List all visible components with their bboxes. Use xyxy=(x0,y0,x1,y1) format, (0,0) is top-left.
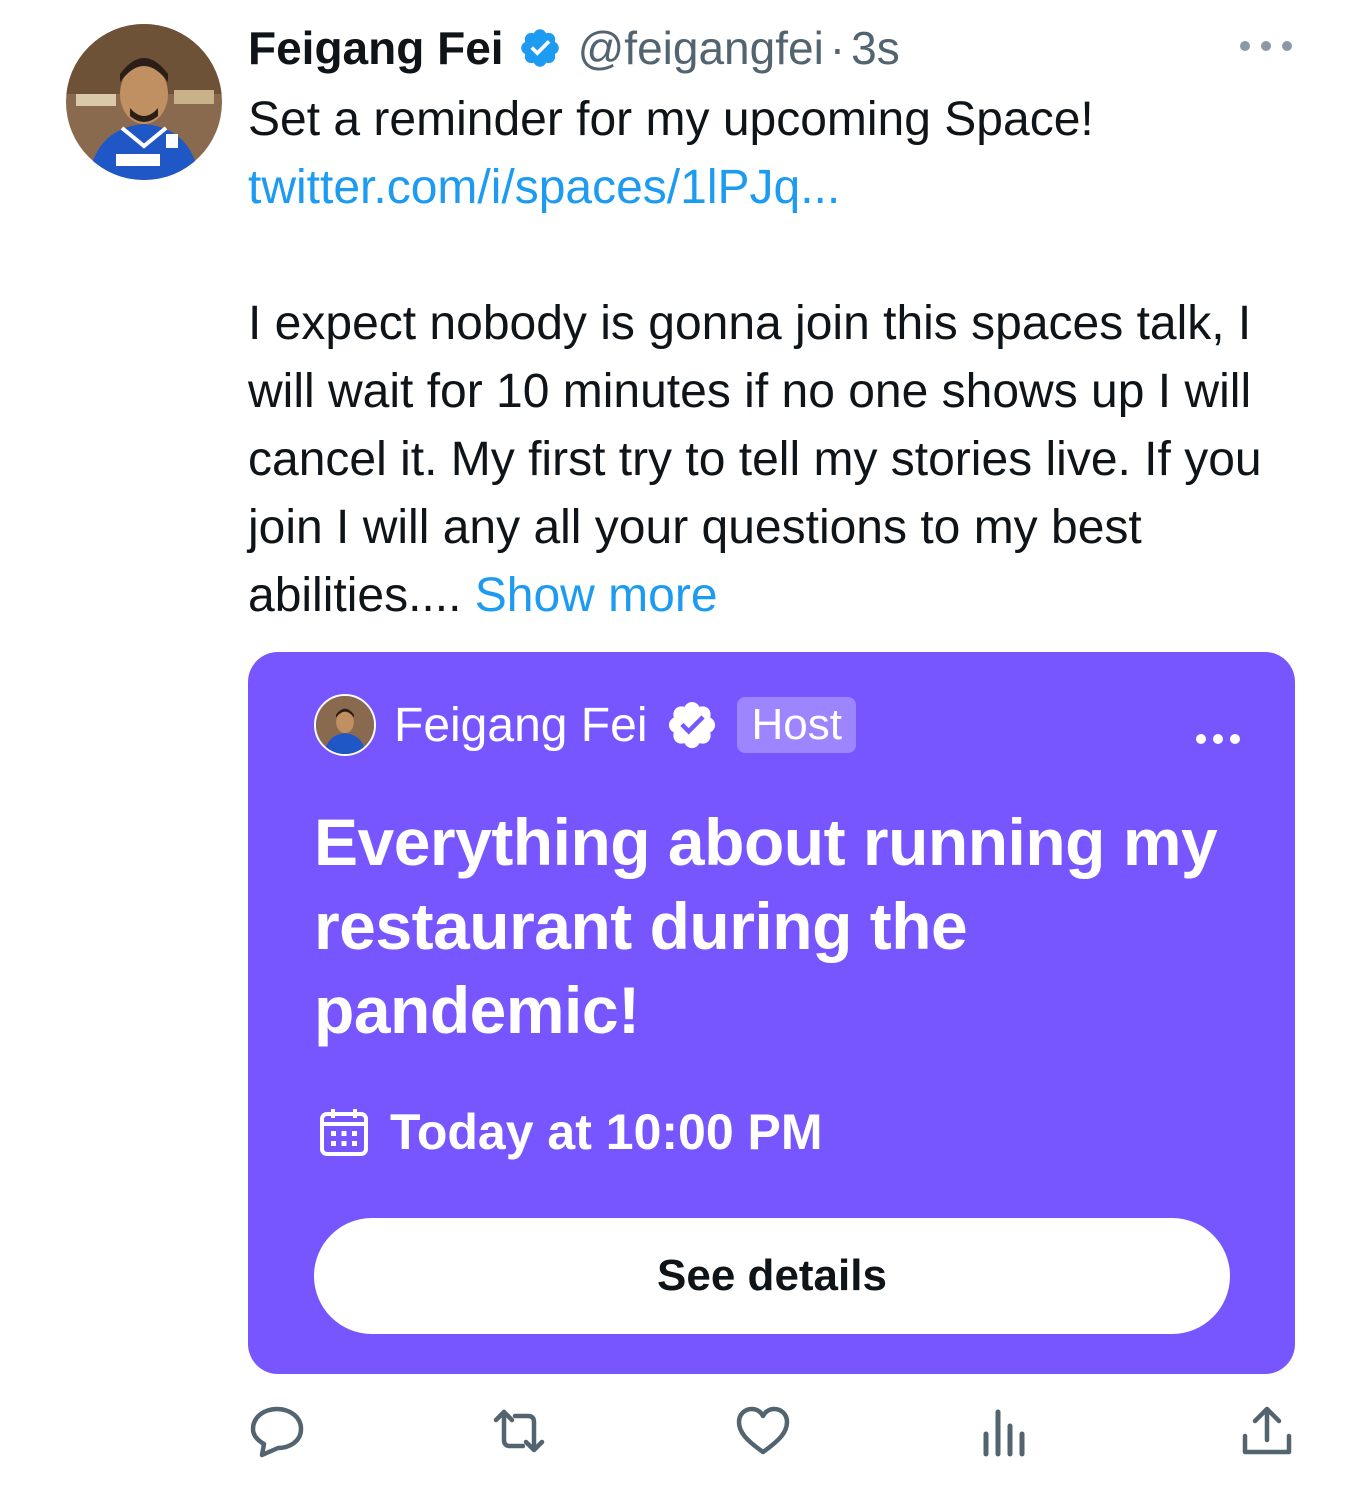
share-icon[interactable] xyxy=(1238,1404,1296,1458)
show-more-link[interactable]: Show more xyxy=(475,569,718,622)
like-icon[interactable] xyxy=(734,1404,792,1458)
retweet-icon[interactable] xyxy=(490,1404,548,1458)
host-row: Feigang Fei Host xyxy=(314,692,856,758)
host-verified-badge-icon xyxy=(669,701,716,749)
space-title: Everything about running my restaurant d… xyxy=(314,805,1218,1047)
schedule-row: Today at 10:00 PM xyxy=(318,1100,823,1164)
timestamp[interactable]: 3s xyxy=(851,21,900,75)
tweet-line-1: Set a reminder for my upcoming Space! xyxy=(248,93,1094,146)
host-name[interactable]: Feigang Fei xyxy=(394,698,647,753)
separator-dot: · xyxy=(829,22,846,74)
tweet-text: Set a reminder for my upcoming Space! tw… xyxy=(248,86,1308,630)
calendar-icon xyxy=(320,1109,368,1156)
space-card[interactable]: Feigang Fei Host Everything about runnin… xyxy=(248,652,1295,1374)
views-icon[interactable] xyxy=(976,1404,1034,1458)
see-details-button[interactable]: See details xyxy=(314,1218,1230,1334)
display-name[interactable]: Feigang Fei xyxy=(248,21,504,75)
tweet-header: Feigang Fei @feigangfei · 3s xyxy=(248,18,900,78)
tweet-body-text: I expect nobody is gonna join this space… xyxy=(248,297,1262,622)
reply-icon[interactable] xyxy=(248,1404,306,1458)
handle[interactable]: @feigangfei xyxy=(578,21,824,75)
host-avatar xyxy=(314,694,376,756)
avatar[interactable] xyxy=(66,24,222,180)
space-link[interactable]: twitter.com/i/spaces/1lPJq... xyxy=(248,161,840,214)
host-badge: Host xyxy=(737,697,856,753)
card-more-options-icon[interactable] xyxy=(1196,734,1240,746)
schedule-text: Today at 10:00 PM xyxy=(390,1104,823,1160)
host-avatar-image xyxy=(316,696,374,754)
tweet-body: I expect nobody is gonna join this space… xyxy=(248,290,1308,630)
more-options-icon[interactable] xyxy=(1240,32,1292,60)
avatar-image xyxy=(66,24,222,180)
verified-badge-icon xyxy=(520,29,559,67)
